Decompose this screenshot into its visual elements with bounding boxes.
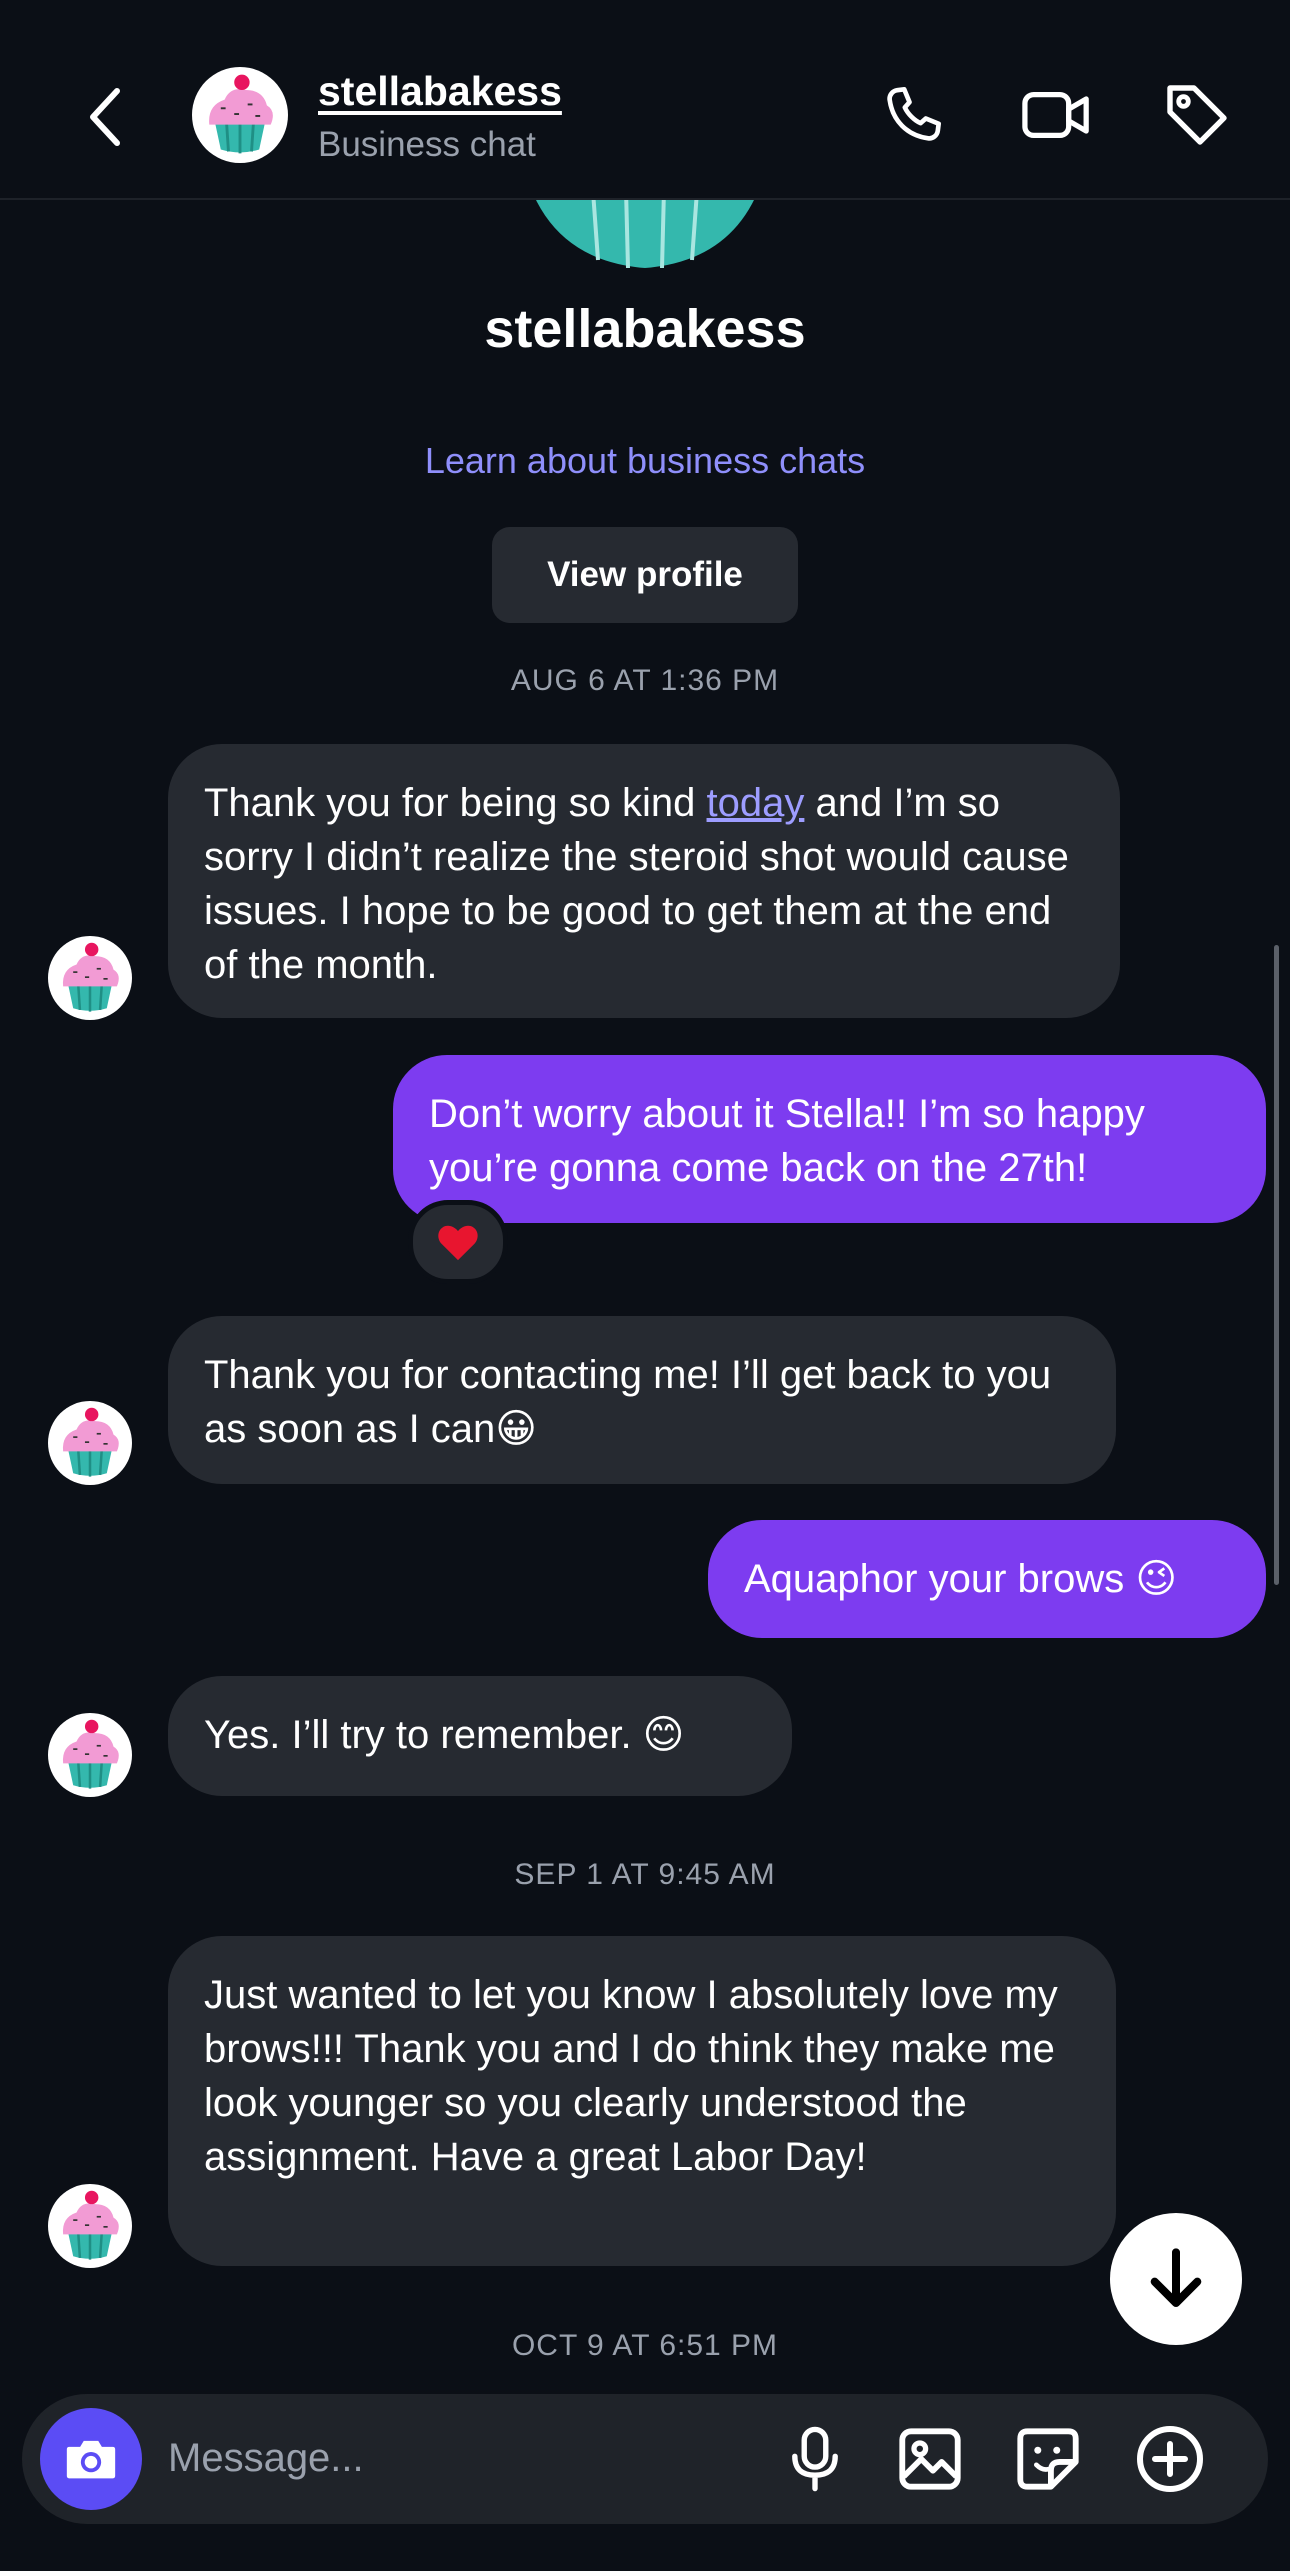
message-bubble-incoming[interactable]: Thank you for being so kind today and I’… — [168, 744, 1120, 1018]
video-camera-icon — [1022, 91, 1089, 139]
avatar[interactable] — [48, 936, 132, 1020]
message-bubble-outgoing[interactable]: Don’t worry about it Stella!! I’m so hap… — [393, 1055, 1266, 1223]
microphone-icon — [792, 2426, 838, 2492]
tag-icon — [1167, 85, 1227, 145]
timestamp: SEP 1 AT 9:45 AM — [514, 1858, 776, 1891]
message-input[interactable] — [168, 2428, 728, 2488]
call-button[interactable] — [868, 70, 958, 160]
message-link[interactable]: today — [707, 781, 805, 825]
message-bubble-incoming[interactable]: Yes. I’ll try to remember. 😊 — [168, 1676, 792, 1796]
avatar[interactable] — [48, 2184, 132, 2268]
gallery-button[interactable] — [890, 2410, 970, 2508]
timestamp: OCT 9 AT 6:51 PM — [511, 2329, 779, 2362]
sticker-button[interactable] — [1008, 2410, 1088, 2508]
image-icon — [899, 2428, 961, 2490]
back-button[interactable] — [70, 75, 140, 159]
sticker-icon — [1017, 2428, 1079, 2490]
heart-icon — [438, 1225, 478, 1261]
chat-header: stellabakess Business chat — [0, 0, 1290, 200]
camera-icon — [66, 2440, 116, 2479]
timestamp: AUG 6 AT 1:36 PM — [510, 664, 780, 697]
video-call-button[interactable] — [1012, 70, 1102, 160]
camera-button[interactable] — [40, 2408, 142, 2510]
view-profile-button[interactable]: View profile — [492, 527, 798, 623]
add-button[interactable] — [1130, 2410, 1210, 2508]
tag-button[interactable] — [1152, 70, 1242, 160]
avatar[interactable] — [48, 1713, 132, 1797]
avatar[interactable] — [192, 67, 288, 163]
phone-icon — [887, 87, 941, 141]
plus-circle-icon — [1137, 2426, 1203, 2492]
chevron-left-icon — [90, 88, 120, 146]
avatar[interactable] — [48, 1401, 132, 1485]
arrow-down-icon — [1150, 2248, 1202, 2307]
message-bubble-outgoing[interactable]: Aquaphor your brows 😉 — [708, 1520, 1266, 1638]
header-subtitle: Business chat — [318, 125, 536, 164]
message-text: Thank you for being so kind — [204, 781, 707, 825]
scrollbar[interactable] — [1274, 945, 1279, 1585]
scroll-to-bottom-button[interactable] — [1110, 2213, 1242, 2345]
header-username[interactable]: stellabakess — [318, 68, 562, 115]
message-bubble-incoming[interactable]: Thank you for contacting me! I’ll get ba… — [168, 1316, 1116, 1484]
message-bubble-incoming[interactable]: Just wanted to let you know I absolutely… — [168, 1936, 1116, 2266]
profile-name: stellabakess — [484, 299, 806, 359]
reaction-badge[interactable] — [408, 1200, 508, 1284]
voice-message-button[interactable] — [775, 2410, 855, 2508]
learn-business-chats-link[interactable]: Learn about business chats — [0, 440, 1290, 482]
